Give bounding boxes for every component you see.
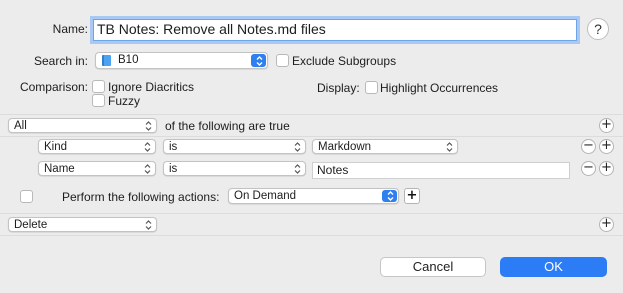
add-action-row-button[interactable]: +: [599, 217, 614, 232]
fuzzy-checkbox[interactable]: [92, 94, 105, 107]
criterion-text-field[interactable]: Notes: [312, 162, 570, 179]
criterion-field-value: Name: [44, 163, 75, 175]
add-action-button[interactable]: +: [404, 188, 420, 204]
divider: [0, 213, 623, 214]
criterion-operator-popup[interactable]: is: [163, 161, 306, 176]
divider: [0, 114, 623, 115]
exclude-subgroups-checkbox[interactable]: [276, 54, 289, 67]
search-in-label: Search in:: [33, 54, 88, 68]
criterion-field-popup[interactable]: Kind: [38, 139, 156, 154]
perform-actions-label: Perform the following actions:: [62, 190, 220, 204]
chevron-updown-icon: [387, 191, 394, 201]
criterion-operator-value: is: [169, 141, 178, 153]
criterion-operator-value: is: [169, 163, 178, 175]
match-value: All: [14, 120, 27, 132]
action-popup[interactable]: Delete: [8, 217, 157, 232]
criterion-value: Markdown: [318, 141, 372, 153]
fuzzy-label: Fuzzy: [108, 94, 141, 108]
action-value: Delete: [14, 219, 48, 231]
remove-criterion-button[interactable]: −: [581, 161, 596, 176]
highlight-occurrences-checkbox[interactable]: [365, 81, 378, 94]
ignore-diacritics-checkbox[interactable]: [92, 80, 105, 93]
display-label: Display:: [317, 81, 360, 95]
add-criterion-button[interactable]: +: [599, 118, 614, 133]
chevron-updown-icon: [294, 163, 301, 174]
name-field[interactable]: TB Notes: Remove all Notes.md files: [93, 19, 577, 41]
highlight-occurrences-label: Highlight Occurrences: [380, 81, 499, 95]
match-suffix-label: of the following are true: [165, 119, 290, 133]
remove-criterion-button[interactable]: −: [581, 139, 596, 154]
criterion-operator-popup[interactable]: is: [163, 139, 306, 154]
name-label: Name:: [52, 22, 88, 36]
criterion-field-popup[interactable]: Name: [38, 161, 156, 176]
ok-button[interactable]: OK: [500, 257, 607, 277]
chevron-updown-icon: [294, 141, 301, 152]
add-criterion-button[interactable]: +: [599, 161, 614, 176]
search-in-value: B10: [118, 54, 139, 66]
divider: [0, 235, 623, 236]
help-button[interactable]: ?: [587, 18, 609, 40]
cancel-button[interactable]: Cancel: [380, 257, 486, 277]
trigger-popup[interactable]: On Demand: [228, 188, 399, 204]
trigger-value: On Demand: [234, 190, 297, 202]
exclude-subgroups-label: Exclude Subgroups: [292, 54, 397, 68]
chevron-updown-icon: [256, 55, 263, 66]
chevron-updown-icon: [446, 141, 453, 152]
perform-actions-checkbox[interactable]: [20, 190, 33, 203]
criterion-value-popup[interactable]: Markdown: [312, 139, 458, 154]
chevron-updown-icon: [145, 120, 152, 131]
chevron-updown-icon: [145, 219, 152, 230]
add-criterion-button[interactable]: +: [599, 139, 614, 154]
database-icon: [102, 55, 111, 66]
ignore-diacritics-label: Ignore Diacritics: [108, 80, 195, 94]
divider: [0, 136, 623, 137]
chevron-updown-icon: [144, 163, 151, 174]
search-in-popup[interactable]: B10: [95, 52, 268, 69]
chevron-updown-icon: [144, 141, 151, 152]
comparison-label: Comparison:: [19, 80, 88, 94]
criterion-field-value: Kind: [44, 141, 68, 153]
match-popup[interactable]: All: [8, 118, 157, 133]
